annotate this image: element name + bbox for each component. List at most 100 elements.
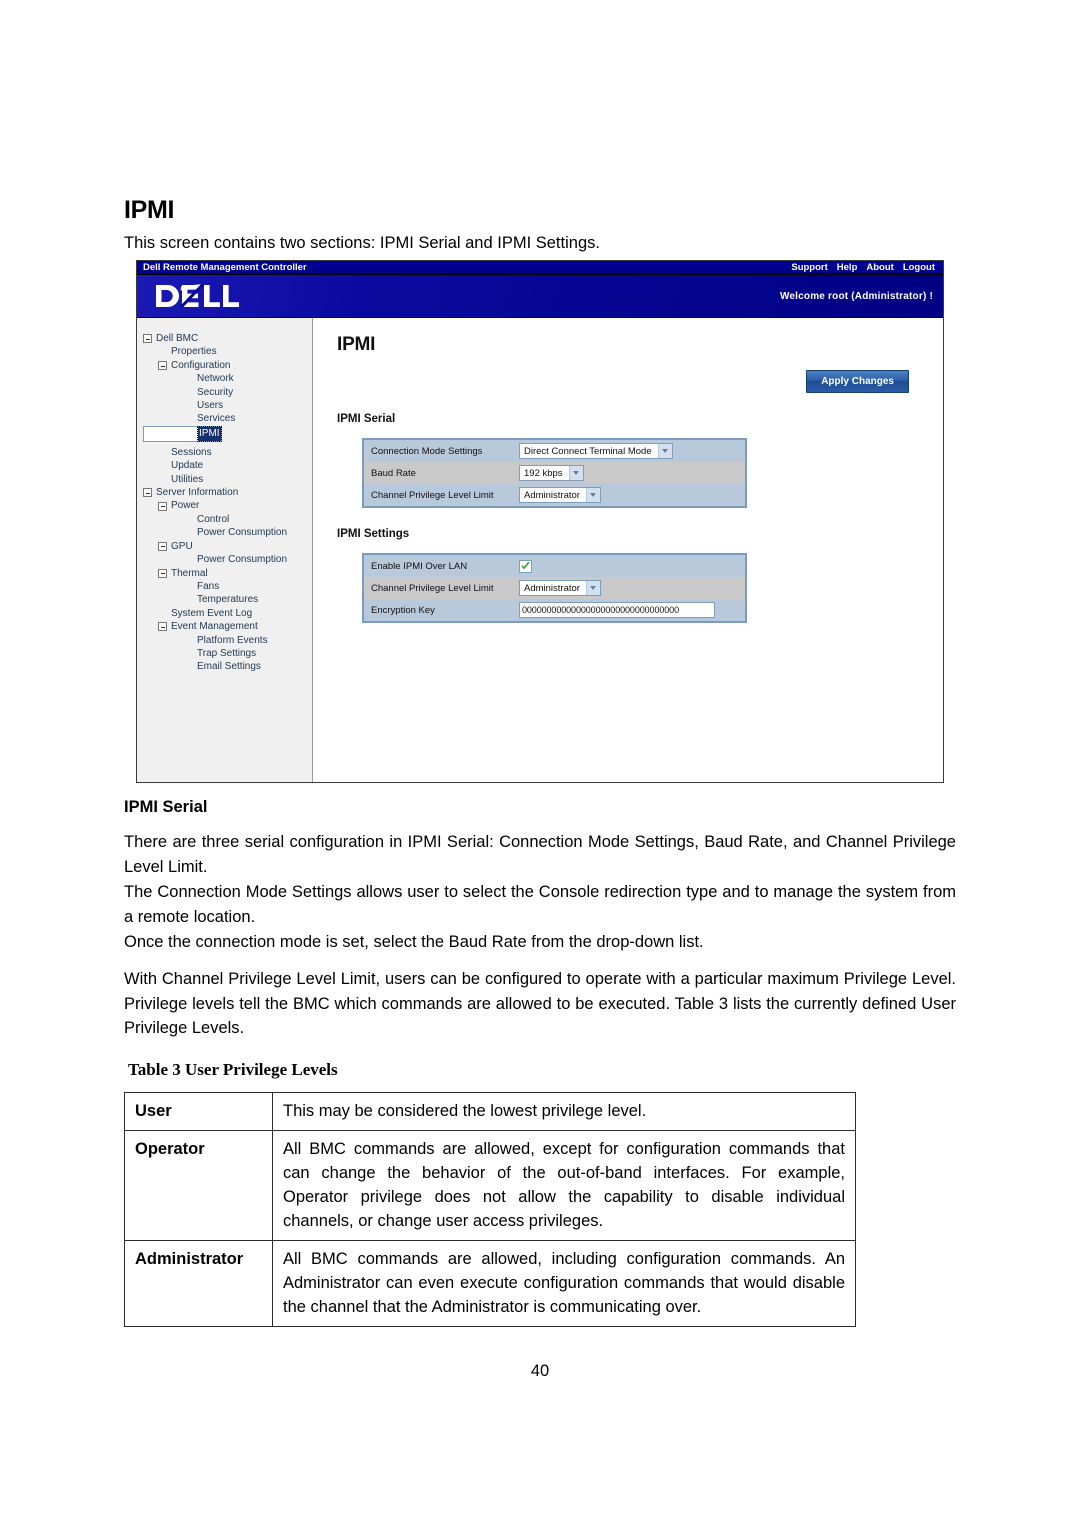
sidebar-item-label: Event Management (171, 621, 258, 633)
field-control: Administrator (519, 487, 745, 503)
page-number: 40 (530, 1362, 550, 1380)
table-row: Administrator All BMC commands are allowe… (124, 1240, 856, 1327)
field-control: Administrator (519, 580, 745, 596)
ipmi-settings-form: Enable IPMI Over LAN Channel Privilege Le… (362, 553, 747, 623)
paragraph-1: There are three serial configuration in … (124, 833, 956, 876)
sidebar-item-label: Dell BMC (156, 333, 199, 344)
paragraph-4: With Channel Privilege Level Limit, user… (124, 970, 956, 1037)
apply-row: Apply Changes (337, 370, 923, 393)
field-label: Connection Mode Settings (371, 445, 483, 457)
sidebar-item-gpu[interactable]: GPU (143, 540, 312, 553)
link-help[interactable]: Help (837, 262, 858, 273)
paragraph-2: The Connection Mode Settings allows user… (124, 883, 956, 926)
sidebar-item-network[interactable]: Network (143, 372, 312, 385)
link-support[interactable]: Support (791, 262, 827, 273)
field-label: Baud Rate (371, 467, 416, 479)
field-control: Direct Connect Terminal Mode (519, 443, 745, 459)
sidebar-item-power-consumption[interactable]: Power Consumption (143, 553, 312, 566)
embedded-screenshot: Dell Remote Management Controller Suppor… (136, 260, 944, 783)
tree-collapse-icon[interactable] (158, 501, 167, 511)
ipmi-settings-row: Enable IPMI Over LAN (364, 555, 745, 577)
sidebar-item-power-consumption[interactable]: Power Consumption (143, 526, 312, 539)
select-channel-privilege-level-limit[interactable]: Administrator (519, 580, 601, 596)
sidebar-item-sessions[interactable]: Sessions (143, 446, 312, 459)
sidebar-item-label: Fans (197, 580, 220, 592)
sidebar-item-label: Server Information (156, 487, 239, 499)
sidebar-item-system-event-log[interactable]: System Event Log (143, 607, 312, 620)
sidebar-item-label: Power Consumption (197, 527, 288, 539)
sidebar-item-services[interactable]: Services (143, 412, 312, 425)
document-page: IPMI This screen contains two sections: … (0, 0, 1080, 1527)
ipmi-settings-heading: IPMI Settings (337, 528, 410, 540)
sidebar-item-utilities[interactable]: Utilities (143, 473, 312, 486)
table-row: Operator All BMC commands are allowed, ex… (124, 1130, 856, 1241)
sidebar-item-dell-bmc[interactable]: Dell BMC (143, 332, 312, 345)
apply-changes-button[interactable]: Apply Changes (806, 370, 909, 393)
field-control: 192 kbps (519, 465, 745, 481)
privilege-level-name: Operator (124, 1130, 273, 1241)
chevron-down-icon[interactable] (568, 466, 583, 480)
privilege-level-description: This may be considered the lowest privil… (272, 1092, 856, 1131)
chevron-down-icon[interactable] (657, 444, 672, 458)
tree-collapse-icon[interactable] (158, 622, 167, 632)
ipmi-serial-heading: IPMI Serial (337, 413, 396, 425)
ipmi-serial-form: Connection Mode Settings Direct Connect T… (362, 438, 747, 508)
sidebar-item-event-management[interactable]: Event Management (143, 620, 312, 633)
sidebar-item-label: Power (171, 500, 200, 512)
sidebar-item-users[interactable]: Users (143, 399, 312, 412)
sidebar-item-platform-events[interactable]: Platform Events (143, 634, 312, 647)
sidebar-item-label: Control (197, 513, 230, 525)
input-encryption-key[interactable]: 00000000000000000000000000000000 (519, 602, 715, 618)
chevron-down-icon[interactable] (585, 581, 600, 595)
sidebar-item-security[interactable]: Security (143, 386, 312, 399)
field-label: Channel Privilege Level Limit (371, 489, 494, 501)
tree-collapse-icon[interactable] (158, 568, 167, 578)
field-label: Enable IPMI Over LAN (371, 560, 468, 572)
sidebar-item-thermal[interactable]: Thermal (143, 567, 312, 580)
sidebar-item-label: IPMI (197, 425, 222, 442)
welcome-message: Welcome root (Administrator) ! (779, 290, 933, 302)
sidebar-item-temperatures[interactable]: Temperatures (143, 593, 312, 606)
sidebar-item-label: Network (197, 373, 234, 385)
tree-collapse-icon[interactable] (143, 334, 152, 344)
sidebar-item-power[interactable]: Power (143, 499, 312, 512)
chevron-down-icon[interactable] (585, 488, 600, 502)
link-about[interactable]: About (866, 262, 893, 273)
ipmi-settings-row: Channel Privilege Level Limit Administrat… (364, 577, 745, 599)
privilege-levels-table: User This may be considered the lowest pr… (124, 1092, 856, 1327)
sidebar-item-server-information[interactable]: Server Information (143, 486, 312, 499)
sidebar-item-label: System Event Log (171, 607, 253, 619)
field-control (519, 559, 745, 573)
select-channel-privilege-level-limit[interactable]: Administrator (519, 487, 601, 503)
link-logout[interactable]: Logout (903, 262, 935, 273)
checkbox-enable-ipmi-over-lan[interactable] (519, 559, 532, 573)
sidebar-item-ipmi[interactable]: IPMI (143, 425, 222, 442)
tree-collapse-icon[interactable] (143, 488, 152, 498)
table-caption: Table 3 User Privilege Levels (128, 1060, 338, 1079)
sidebar-item-label: Email Settings (197, 661, 261, 673)
app-titlebar: Dell Remote Management Controller Suppor… (137, 261, 943, 275)
sidebar-item-properties[interactable]: Properties (143, 345, 312, 358)
dell-logo (156, 283, 240, 309)
intro-paragraph: This screen contains two sections: IPMI … (124, 234, 600, 252)
tree-collapse-icon[interactable] (158, 541, 167, 551)
sidebar-item-control[interactable]: Control (143, 513, 312, 526)
select-connection-mode-settings[interactable]: Direct Connect Terminal Mode (519, 443, 673, 459)
field-label: Channel Privilege Level Limit (371, 582, 494, 594)
sidebar-item-configuration[interactable]: Configuration (143, 359, 312, 372)
sidebar-item-label: Properties (171, 346, 217, 358)
sidebar-item-email-settings[interactable]: Email Settings (143, 660, 312, 673)
main-content: IPMI Apply Changes IPMI Serial Connectio… (313, 318, 943, 782)
field-label: Encryption Key (371, 604, 435, 616)
select-baud-rate[interactable]: 192 kbps (519, 465, 584, 481)
sidebar-item-label: Temperatures (197, 594, 259, 606)
sidebar-item-label: Security (197, 386, 234, 398)
sidebar-item-update[interactable]: Update (143, 459, 312, 472)
sidebar-item-fans[interactable]: Fans (143, 580, 312, 593)
tree-collapse-icon[interactable] (158, 361, 167, 371)
content-title: IPMI (337, 334, 376, 355)
brand-bar: Welcome root (Administrator) ! (137, 275, 943, 318)
sidebar-item-trap-settings[interactable]: Trap Settings (143, 647, 312, 660)
paragraph-3: Once the connection mode is set, select … (124, 933, 704, 951)
